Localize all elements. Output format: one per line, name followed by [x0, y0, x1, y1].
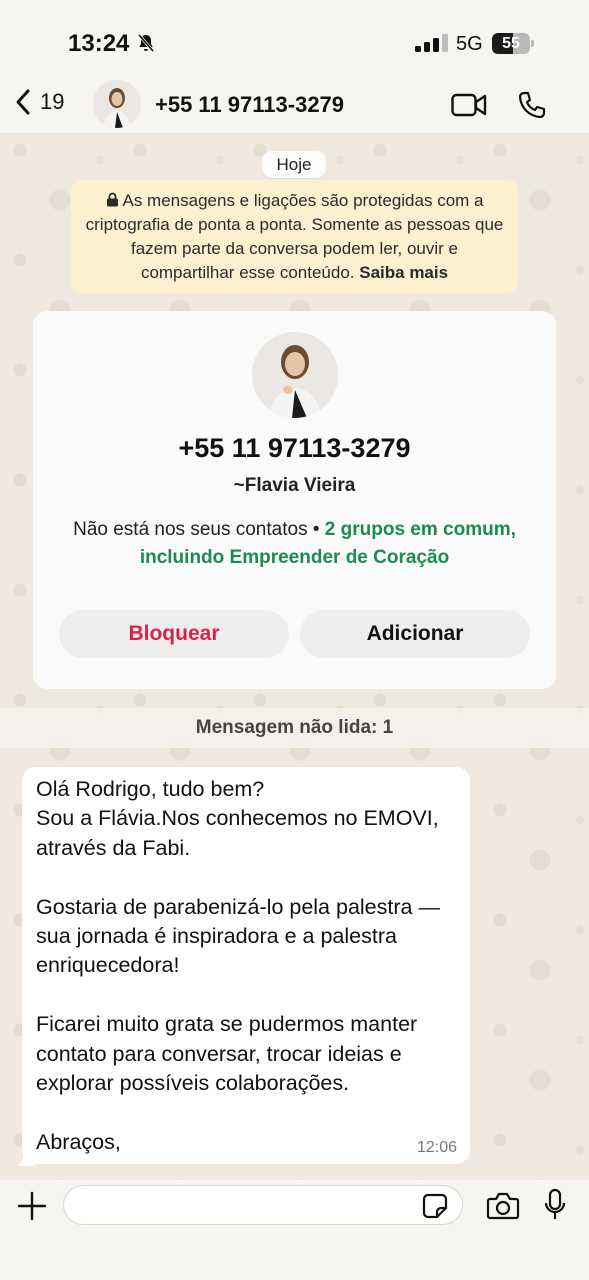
back-button[interactable]: 19	[14, 84, 76, 120]
signal-icon	[415, 34, 448, 52]
learn-more-link[interactable]: Saiba mais	[359, 263, 448, 282]
not-in-contacts-label: Não está nos seus contatos	[73, 519, 308, 540]
add-contact-button[interactable]: Adicionar	[300, 610, 530, 658]
battery-icon: 55	[492, 33, 534, 54]
video-call-icon[interactable]	[451, 92, 487, 118]
plus-icon[interactable]	[17, 1191, 47, 1221]
contact-info-card: +55 11 97113-3279 ~Flavia Vieira Não est…	[33, 311, 556, 689]
status-time: 13:24	[68, 30, 130, 57]
status-bar: 13:24 5G 55	[0, 0, 589, 70]
unread-chats-count: 19	[40, 89, 65, 114]
contact-status-info: Não está nos seus contatos • 2 grupos em…	[47, 516, 542, 572]
person-photo-icon	[252, 332, 338, 418]
unread-messages-banner: Mensagem não lida: 1	[0, 708, 589, 748]
contact-avatar[interactable]	[93, 80, 141, 128]
lock-icon	[106, 192, 118, 207]
bell-off-icon	[137, 34, 155, 52]
phone-call-icon[interactable]	[517, 90, 547, 120]
microphone-icon[interactable]	[543, 1188, 567, 1222]
separator-dot: •	[307, 519, 325, 540]
battery-level: 55	[502, 35, 520, 52]
incoming-message[interactable]: Olá Rodrigo, tudo bem? Sou a Flávia.Nos …	[22, 767, 470, 1164]
person-photo-icon	[93, 80, 141, 128]
message-input[interactable]	[63, 1185, 463, 1225]
message-timestamp: 12:06	[416, 1139, 457, 1156]
contact-phone-number: +55 11 97113-3279	[178, 433, 411, 463]
contact-push-name: ~Flavia Vieira	[233, 475, 356, 496]
message-text: Olá Rodrigo, tudo bem? Sou a Flávia.Nos …	[36, 777, 440, 1154]
network-label: 5G	[456, 33, 483, 55]
block-button[interactable]: Bloquear	[59, 610, 289, 658]
sticker-icon[interactable]	[422, 1193, 448, 1219]
chevron-left-icon	[16, 89, 30, 115]
chat-title[interactable]: +55 11 97113-3279	[155, 92, 344, 118]
date-label: Hoje	[262, 151, 326, 178]
camera-icon[interactable]	[486, 1191, 520, 1221]
chat-header: 19 +55 11 97113-3279	[0, 70, 589, 134]
contact-profile-photo[interactable]	[252, 332, 338, 418]
composer-bar	[0, 1180, 589, 1280]
encryption-notice[interactable]: As mensagens e ligações são protegidas c…	[71, 180, 518, 293]
